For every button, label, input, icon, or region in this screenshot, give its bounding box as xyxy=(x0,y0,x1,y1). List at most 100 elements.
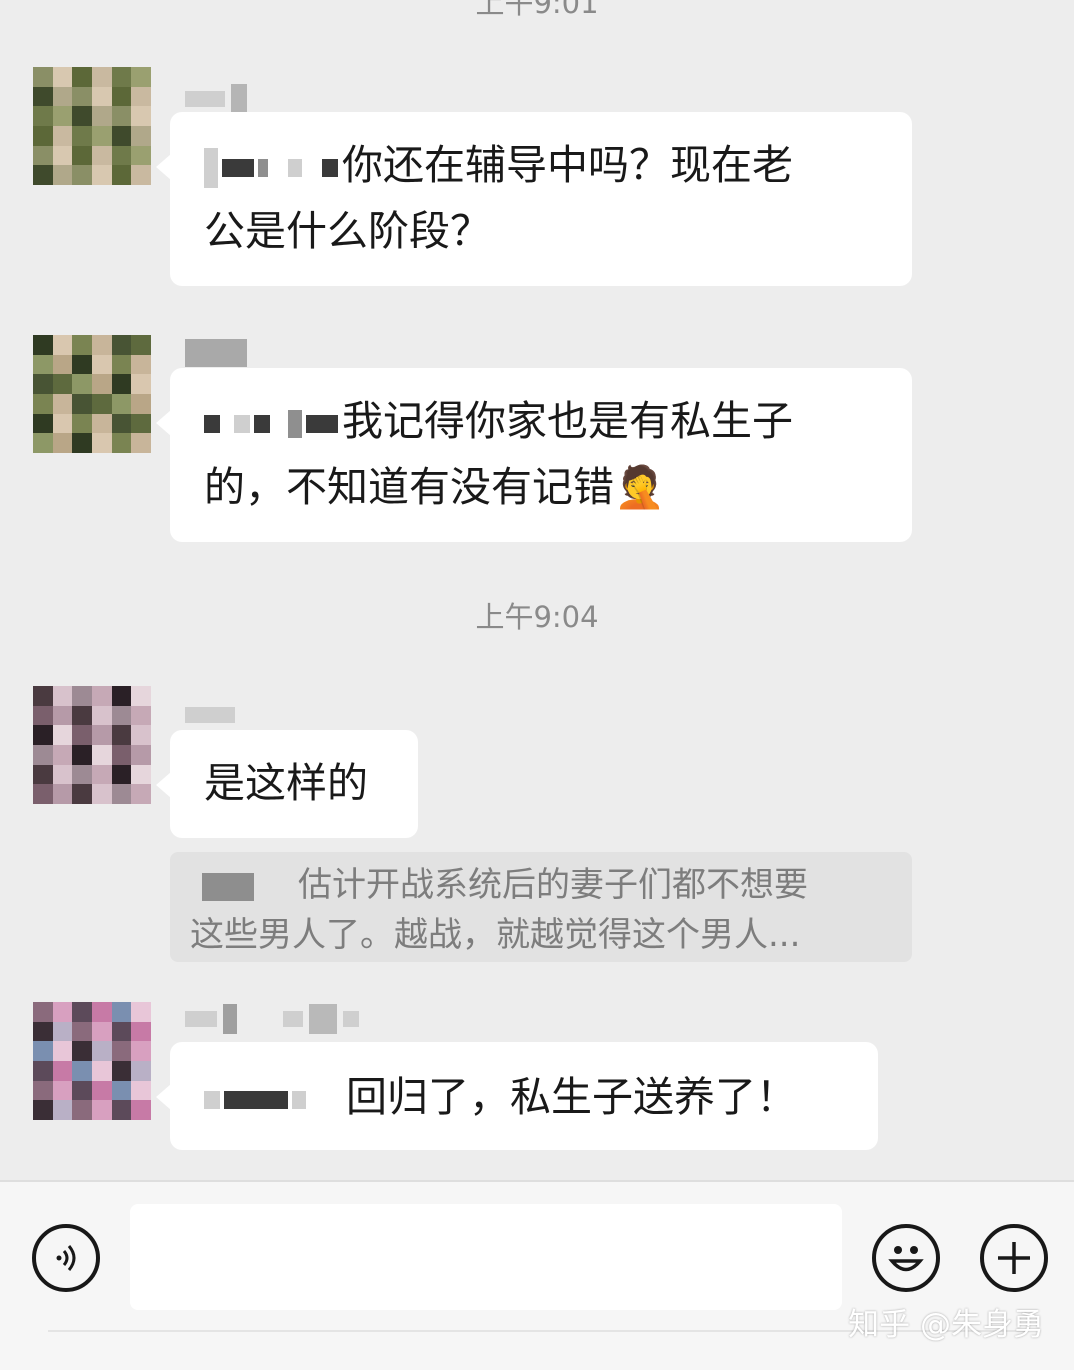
avatar-pixel xyxy=(33,354,53,375)
avatar-pixel xyxy=(52,686,73,706)
redacted-mention xyxy=(204,1091,220,1109)
avatar-pixel xyxy=(33,335,53,355)
avatar-pixel xyxy=(72,125,92,146)
avatar-pixel xyxy=(52,744,73,765)
avatar-pixel xyxy=(52,764,73,785)
avatar[interactable] xyxy=(33,686,151,804)
avatar-pixel xyxy=(52,354,73,375)
avatar-pixel xyxy=(52,1080,73,1101)
avatar-pixel xyxy=(91,1080,112,1101)
avatar-pixel xyxy=(131,125,151,146)
avatar-pixel xyxy=(111,145,132,166)
avatar-pixel xyxy=(33,1060,53,1081)
sender-name xyxy=(185,84,247,114)
avatar-pixel xyxy=(72,354,92,375)
avatar-pixel xyxy=(52,1021,73,1042)
message-bubble[interactable]: 是这样的 xyxy=(156,730,418,838)
avatar-pixel xyxy=(131,413,151,434)
message-bubble[interactable]: 你还在辅导中吗？现在老 公是什么阶段？ xyxy=(156,112,912,286)
input-bar: 知乎 @朱身勇 xyxy=(0,1180,1074,1370)
avatar-pixel xyxy=(52,1002,73,1022)
avatar-pixel xyxy=(131,1021,151,1042)
voice-button[interactable] xyxy=(32,1224,100,1292)
avatar-pixel xyxy=(72,433,92,453)
avatar-pixel xyxy=(52,784,73,804)
avatar-pixel xyxy=(91,1060,112,1081)
avatar-pixel xyxy=(111,433,132,453)
avatar-pixel xyxy=(131,393,151,414)
avatar-pixel xyxy=(91,86,112,107)
avatar-pixel xyxy=(131,165,151,185)
avatar-pixel xyxy=(111,354,132,375)
quoted-message[interactable]: 估计开战系统后的妻子们都不想要 这些男人了。越战，就越觉得这个男人... xyxy=(170,852,912,962)
avatar-pixel xyxy=(33,1041,53,1061)
avatar-pixel xyxy=(111,165,132,185)
redacted-name xyxy=(202,872,254,901)
avatar-pixel xyxy=(33,413,53,434)
avatar-pixel xyxy=(111,106,132,126)
facepalm-emoji-icon: 🤦 xyxy=(614,463,666,511)
avatar[interactable] xyxy=(33,67,151,185)
message-input[interactable] xyxy=(130,1204,842,1310)
avatar-pixel xyxy=(72,1041,92,1061)
avatar-pixel xyxy=(111,1060,132,1081)
avatar-pixel xyxy=(111,125,132,146)
avatar-pixel xyxy=(33,374,53,394)
avatar-pixel xyxy=(131,374,151,394)
avatar-pixel xyxy=(131,1041,151,1061)
avatar-pixel xyxy=(91,165,112,185)
avatar-pixel xyxy=(91,413,112,434)
emoji-button[interactable] xyxy=(872,1224,940,1292)
avatar-pixel xyxy=(52,1060,73,1081)
avatar-pixel xyxy=(52,125,73,146)
avatar-pixel xyxy=(111,1041,132,1061)
avatar-pixel xyxy=(131,86,151,107)
avatar-pixel xyxy=(33,106,53,126)
avatar-pixel xyxy=(91,725,112,745)
plus-icon xyxy=(998,1242,1030,1274)
avatar-pixel xyxy=(52,374,73,394)
avatar-pixel xyxy=(111,725,132,745)
plus-button[interactable] xyxy=(980,1224,1048,1292)
sender-name xyxy=(185,1004,359,1034)
avatar-pixel xyxy=(72,335,92,355)
message-bubble[interactable]: 我记得你家也是有私生子 的，不知道有没有记错🤦 xyxy=(156,368,912,542)
avatar-pixel xyxy=(52,335,73,355)
avatar-pixel xyxy=(91,784,112,804)
avatar-pixel xyxy=(91,374,112,394)
avatar-pixel xyxy=(33,1021,53,1042)
avatar-pixel xyxy=(72,1080,92,1101)
avatar-pixel xyxy=(131,705,151,726)
avatar-pixel xyxy=(33,393,53,414)
avatar-pixel xyxy=(33,686,53,706)
avatar-pixel xyxy=(131,1080,151,1101)
avatar-pixel xyxy=(72,145,92,166)
avatar-pixel xyxy=(72,86,92,107)
avatar-pixel xyxy=(131,354,151,375)
avatar-pixel xyxy=(52,145,73,166)
avatar-pixel xyxy=(111,705,132,726)
avatar-pixel xyxy=(91,1041,112,1061)
avatar-pixel xyxy=(72,393,92,414)
avatar-pixel xyxy=(111,393,132,414)
message-bubble[interactable]: 回归了，私生子送养了！ xyxy=(156,1042,878,1150)
avatar-pixel xyxy=(131,1060,151,1081)
avatar-pixel xyxy=(52,413,73,434)
message-text-line: 公是什么阶段？ xyxy=(204,207,491,255)
avatar-pixel xyxy=(72,1021,92,1042)
avatar-pixel xyxy=(91,433,112,453)
avatar-pixel xyxy=(111,335,132,355)
avatar[interactable] xyxy=(33,1002,151,1120)
avatar-pixel xyxy=(52,86,73,107)
avatar-pixel xyxy=(33,125,53,146)
watermark: 知乎 @朱身勇 xyxy=(848,1307,1044,1343)
avatar-pixel xyxy=(72,413,92,434)
avatar-pixel xyxy=(131,106,151,126)
avatar[interactable] xyxy=(33,335,151,453)
avatar-pixel xyxy=(52,725,73,745)
avatar-pixel xyxy=(111,413,132,434)
avatar-pixel xyxy=(33,705,53,726)
avatar-pixel xyxy=(111,1100,132,1120)
avatar-pixel xyxy=(33,165,53,185)
avatar-pixel xyxy=(131,1100,151,1120)
